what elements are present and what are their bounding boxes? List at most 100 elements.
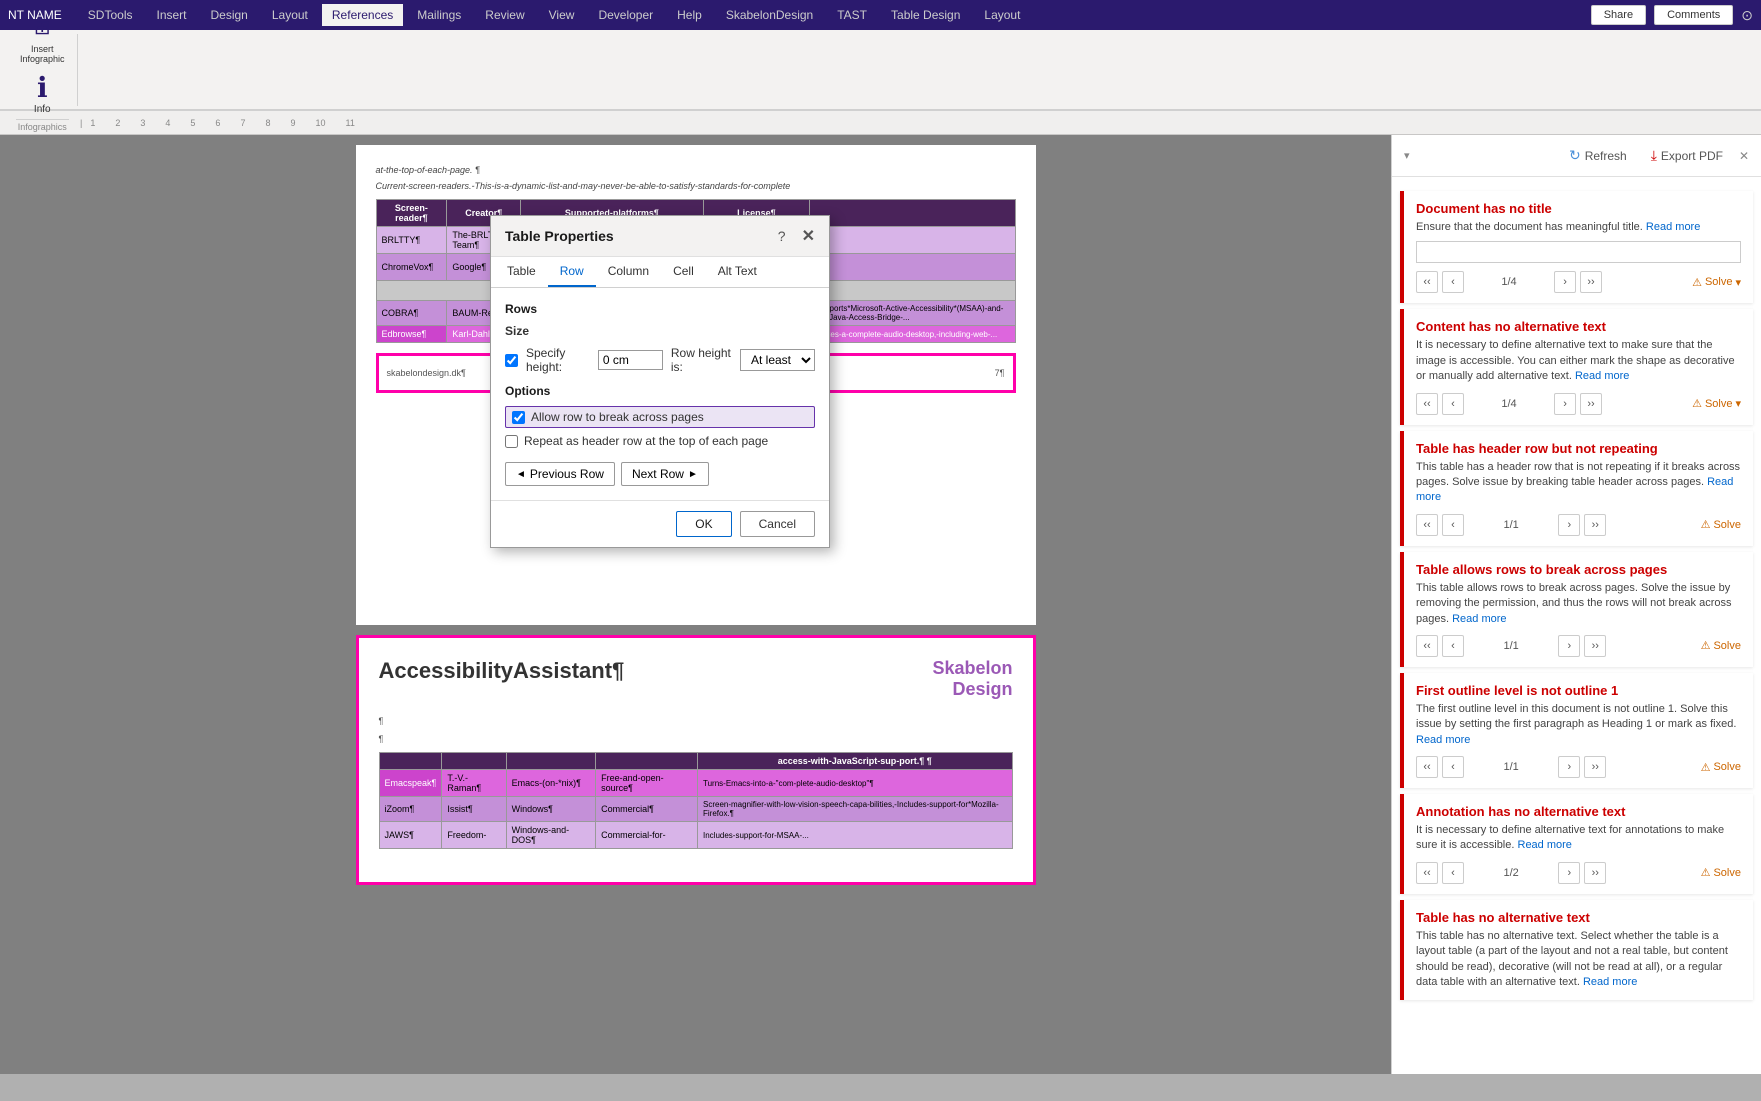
issue-desc-1: Ensure that the document has meaningful … [1416, 220, 1741, 235]
nav-prev-1[interactable]: ‹‹ [1416, 271, 1438, 293]
next-row-button[interactable]: Next Row ► [621, 462, 709, 486]
issue-desc-6: It is necessary to define alternative te… [1416, 823, 1741, 854]
nav-fwd-3[interactable]: › [1558, 514, 1580, 536]
nav-back-5[interactable]: ‹ [1442, 756, 1464, 778]
ribbon-tab-skabelon[interactable]: SkabelonDesign [716, 4, 823, 26]
solve-btn-1[interactable]: ⚠ Solve ▾ [1692, 276, 1741, 289]
export-label: Export PDF [1661, 149, 1723, 163]
options-label: Options [505, 384, 815, 398]
ruler: | 1234567891011 [0, 111, 1761, 135]
ribbon-tab-tast[interactable]: TAST [827, 4, 877, 26]
dialog-footer: OK Cancel [491, 500, 829, 547]
ribbon-tab-view[interactable]: View [539, 4, 585, 26]
ribbon-tab-sdtools[interactable]: SDTools [78, 4, 143, 26]
dialog-tab-cell[interactable]: Cell [661, 257, 706, 287]
issue-desc-3: This table has a header row that is not … [1416, 460, 1741, 506]
nav-last-4[interactable]: ›› [1584, 635, 1606, 657]
read-more-link-7[interactable]: Read more [1583, 976, 1637, 988]
read-more-link-6[interactable]: Read more [1518, 839, 1572, 851]
ribbon-tab-layout2[interactable]: Layout [974, 4, 1030, 26]
row-height-dropdown[interactable]: At least Exactly [740, 349, 815, 371]
dialog-tab-table[interactable]: Table [495, 257, 548, 287]
nav-fwd-6[interactable]: › [1558, 862, 1580, 884]
dialog-tab-column[interactable]: Column [596, 257, 661, 287]
nav-back-3[interactable]: ‹ [1442, 514, 1464, 536]
ribbon-tab-layout[interactable]: Layout [262, 4, 318, 26]
document-area[interactable]: at-the-top-of-each-page. ¶ Current-scree… [0, 135, 1391, 1074]
dialog-help-button[interactable]: ? [778, 228, 786, 244]
ribbon-tab-design[interactable]: Design [201, 4, 258, 26]
nav-back-4[interactable]: ‹ [1442, 635, 1464, 657]
ribbon-tab-developer[interactable]: Developer [588, 4, 663, 26]
solve-btn-3[interactable]: ⚠ Solve [1701, 518, 1741, 531]
nav-back-2[interactable]: ‹ [1442, 393, 1464, 415]
dialog-close-button[interactable]: ✕ [802, 226, 815, 246]
page2-subtitle: SkabelonDesign [932, 658, 1012, 700]
height-value-input[interactable] [598, 350, 663, 370]
allow-break-checkbox[interactable] [512, 411, 525, 424]
issue-title-5: First outline level is not outline 1 [1416, 683, 1741, 698]
nav-last-3[interactable]: ›› [1584, 514, 1606, 536]
nav-fwd-5[interactable]: › [1558, 756, 1580, 778]
warning-icon-5: ⚠ [1701, 761, 1711, 774]
dialog-tab-row[interactable]: Row [548, 257, 596, 287]
nav-back-1[interactable]: ‹ [1442, 271, 1464, 293]
ribbon-tab-help[interactable]: Help [667, 4, 712, 26]
warning-icon-2: ⚠ [1692, 397, 1702, 410]
ribbon-tab-mailings[interactable]: Mailings [407, 4, 471, 26]
comments-button[interactable]: Comments [1654, 5, 1733, 25]
dialog-tab-alttext[interactable]: Alt Text [706, 257, 769, 287]
nav-last-2[interactable]: ›› [1580, 393, 1602, 415]
th-extra [810, 200, 1015, 227]
solve-btn-5[interactable]: ⚠ Solve [1701, 761, 1741, 774]
read-more-link-1[interactable]: Read more [1646, 221, 1700, 233]
export-pdf-button[interactable]: ⤓ Export PDF [1643, 143, 1731, 168]
nav-prev-5[interactable]: ‹‹ [1416, 756, 1438, 778]
repeat-header-checkbox[interactable] [505, 435, 518, 448]
read-more-link-5[interactable]: Read more [1416, 734, 1470, 746]
read-more-link-2[interactable]: Read more [1575, 370, 1629, 382]
read-more-link-4[interactable]: Read more [1452, 613, 1506, 625]
share-button[interactable]: Share [1591, 5, 1646, 25]
nav-count-2: 1/4 [1468, 398, 1550, 410]
issue-title-4: Table allows rows to break across pages [1416, 562, 1741, 577]
collapse-icon[interactable]: ▾ [1404, 149, 1410, 162]
repeat-header-row: Repeat as header row at the top of each … [505, 434, 815, 448]
nav-fwd-2[interactable]: › [1554, 393, 1576, 415]
panel-items: Document has no title Ensure that the do… [1392, 177, 1761, 1074]
right-panel: ▾ ↻ Refresh ⤓ Export PDF ✕ Document has … [1391, 135, 1761, 1074]
cancel-button[interactable]: Cancel [740, 511, 815, 537]
nav-fwd-4[interactable]: › [1558, 635, 1580, 657]
nav-last-5[interactable]: ›› [1584, 756, 1606, 778]
warning-icon-1: ⚠ [1692, 276, 1702, 289]
title-input-field[interactable] [1416, 241, 1741, 263]
nav-prev-4[interactable]: ‹‹ [1416, 635, 1438, 657]
issue-rows-break: Table allows rows to break across pages … [1400, 552, 1753, 667]
solve-btn-4[interactable]: ⚠ Solve [1701, 639, 1741, 652]
refresh-button[interactable]: ↻ Refresh [1561, 143, 1635, 168]
specify-height-checkbox[interactable] [505, 354, 518, 367]
insert-infographic-button[interactable]: ⊞ InsertInfographic [16, 8, 69, 68]
ribbon-tab-insert[interactable]: Insert [146, 4, 196, 26]
nav-prev-3[interactable]: ‹‹ [1416, 514, 1438, 536]
nav-last-1[interactable]: ›› [1580, 271, 1602, 293]
ok-button[interactable]: OK [676, 511, 731, 537]
nav-last-6[interactable]: ›› [1584, 862, 1606, 884]
page-text: at-the-top-of-each-page. ¶ [376, 165, 1016, 175]
nav-back-6[interactable]: ‹ [1442, 862, 1464, 884]
solve-btn-6[interactable]: ⚠ Solve [1701, 866, 1741, 879]
issue-nav-4: ‹‹ ‹ 1/1 › ›› ⚠ Solve [1416, 635, 1741, 657]
panel-close-icon[interactable]: ✕ [1739, 149, 1749, 163]
issue-outline-level: First outline level is not outline 1 The… [1400, 673, 1753, 788]
solve-btn-2[interactable]: ⚠ Solve ▾ [1692, 397, 1741, 410]
specify-height-label: Specify height: [526, 346, 590, 374]
nav-prev-2[interactable]: ‹‹ [1416, 393, 1438, 415]
ribbon-tab-table-design[interactable]: Table Design [881, 4, 970, 26]
nav-prev-6[interactable]: ‹‹ [1416, 862, 1438, 884]
ribbon-tab-references[interactable]: References [322, 4, 403, 26]
issue-desc-2: It is necessary to define alternative te… [1416, 338, 1741, 384]
prev-row-button[interactable]: ◄ Previous Row [505, 462, 615, 486]
ribbon-tab-review[interactable]: Review [475, 4, 534, 26]
nav-fwd-1[interactable]: › [1554, 271, 1576, 293]
info-button[interactable]: ℹ Info [18, 68, 66, 119]
